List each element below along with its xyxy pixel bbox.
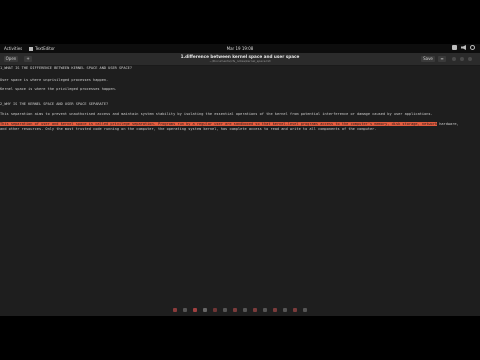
open-button[interactable]: Open	[4, 56, 18, 62]
minimize-icon[interactable]	[452, 57, 456, 61]
volume-icon[interactable]	[461, 45, 466, 50]
editor-line: User space is where unprivileged process…	[0, 78, 109, 82]
system-tray[interactable]	[452, 45, 475, 50]
settings-icon[interactable]	[213, 308, 217, 312]
editor-line: 2_WHY IS THE KERNEL SPACE AND USER SPACE…	[0, 102, 109, 106]
document-path: ~/Documents/cfs_notes/kernel_space.txt	[209, 59, 271, 63]
editor-headerbar: Open + 1.difference between kernel space…	[0, 53, 480, 66]
network-icon[interactable]	[452, 45, 457, 50]
clock[interactable]: Mar 19 19:08	[0, 46, 480, 51]
app-icon[interactable]	[253, 308, 257, 312]
editor-line: This separation aims to prevent unauthor…	[0, 112, 433, 116]
dock	[0, 306, 480, 314]
new-tab-button[interactable]: +	[24, 56, 32, 62]
hamburger-menu-icon[interactable]: ≡	[438, 56, 446, 62]
top-panel: Activities TextEditor Mar 19 19:08	[0, 44, 480, 53]
editor-line: 1_WHAT IS THE DIFFERENCE BETWEEN KERNEL …	[0, 66, 132, 70]
save-button[interactable]: Save	[421, 56, 435, 62]
app-icon[interactable]	[273, 308, 277, 312]
close-icon[interactable]	[468, 57, 472, 61]
terminal-icon[interactable]	[183, 308, 187, 312]
selected-text: This separation of user and kernel space…	[0, 122, 438, 126]
app-icon[interactable]	[233, 308, 237, 312]
app-icon[interactable]	[283, 308, 287, 312]
app-icon[interactable]	[263, 308, 267, 312]
app-icon[interactable]	[223, 308, 227, 312]
browser-icon[interactable]	[193, 308, 197, 312]
editor-line: and other resources. Only the most trust…	[0, 127, 377, 131]
desktop-screen: Activities TextEditor Mar 19 19:08 Open …	[0, 44, 480, 316]
maximize-icon[interactable]	[460, 57, 464, 61]
files-icon[interactable]	[173, 308, 177, 312]
app-icon[interactable]	[243, 308, 247, 312]
power-icon[interactable]	[470, 45, 475, 50]
editor-line: Kernel space is where the privileged pro…	[0, 87, 117, 91]
text-editor-area[interactable]: 1_WHAT IS THE DIFFERENCE BETWEEN KERNEL …	[0, 66, 480, 316]
app-icon[interactable]	[303, 308, 307, 312]
line-tail: hardware,	[437, 122, 459, 126]
editor-icon[interactable]	[203, 308, 207, 312]
app-icon[interactable]	[293, 308, 297, 312]
document-title-block: 1.difference between kernel space and us…	[140, 54, 340, 63]
